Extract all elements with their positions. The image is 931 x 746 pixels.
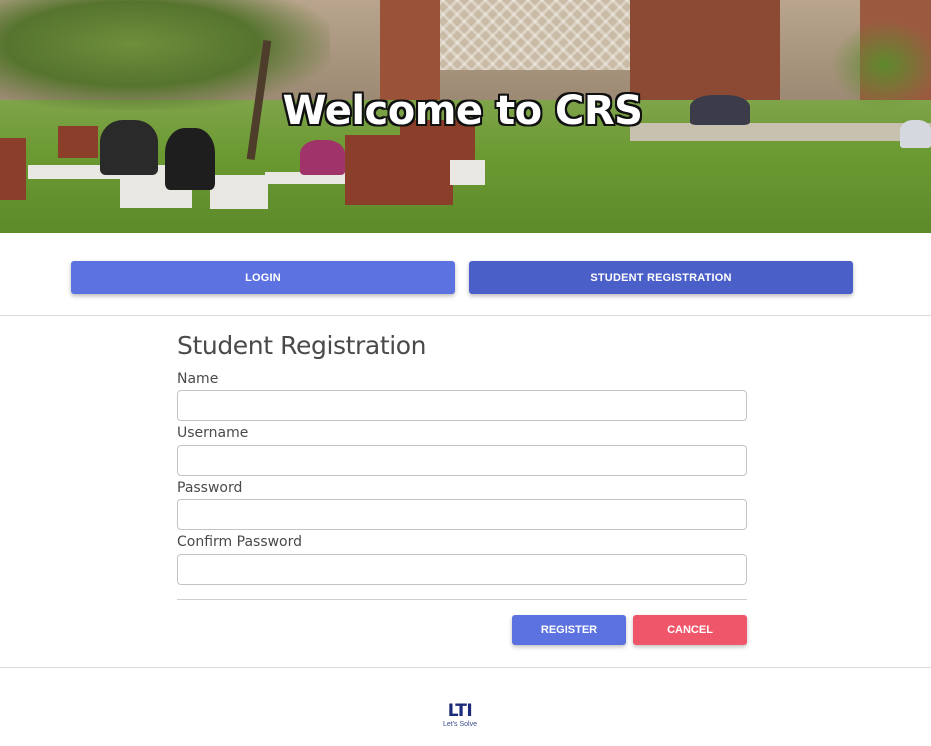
lti-logo: LTI Let's Solve bbox=[436, 702, 484, 734]
cancel-button[interactable]: CANCEL bbox=[633, 615, 747, 645]
hero-bench bbox=[450, 160, 485, 185]
password-label: Password bbox=[177, 480, 243, 496]
form-divider bbox=[177, 599, 747, 600]
name-label: Name bbox=[177, 371, 219, 387]
divider bbox=[0, 315, 931, 316]
hero-building-lattice bbox=[440, 0, 630, 70]
hero-building bbox=[380, 0, 440, 100]
username-label: Username bbox=[177, 425, 249, 441]
hero-brick-pillar bbox=[345, 135, 453, 205]
confirm-password-label: Confirm Password bbox=[177, 534, 303, 550]
hero-student bbox=[165, 128, 215, 190]
hero-title: Welcome to CRS bbox=[282, 88, 643, 134]
logo-tagline: Let's Solve bbox=[442, 721, 478, 728]
hero-brick-pillar bbox=[0, 138, 26, 200]
student-registration-button[interactable]: STUDENT REGISTRATION bbox=[469, 261, 853, 294]
password-field[interactable] bbox=[177, 499, 747, 530]
divider bbox=[0, 667, 931, 668]
form-title: Student Registration bbox=[177, 331, 427, 360]
hero-bench bbox=[210, 175, 268, 209]
username-field[interactable] bbox=[177, 445, 747, 476]
register-button[interactable]: REGISTER bbox=[512, 615, 626, 645]
confirm-password-field[interactable] bbox=[177, 554, 747, 585]
hero-building bbox=[630, 0, 780, 100]
name-field[interactable] bbox=[177, 390, 747, 421]
login-button[interactable]: LOGIN bbox=[71, 261, 455, 294]
logo-mark: LTI bbox=[447, 701, 473, 721]
hero-banner: Welcome to CRS bbox=[0, 0, 931, 233]
hero-student bbox=[300, 140, 345, 175]
